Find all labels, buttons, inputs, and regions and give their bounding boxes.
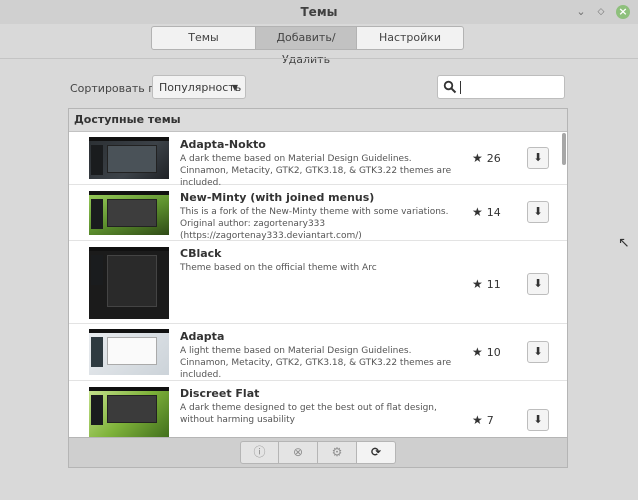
theme-list[interactable]: Adapta-Nokto A dark theme based on Mater… <box>69 132 567 437</box>
toolbar-button-group: ⓘ ⊗ ⚙ ⟳ <box>240 441 396 464</box>
download-icon: ⬇ <box>533 277 543 290</box>
theme-description: A dark theme based on Material Design Gu… <box>180 154 452 188</box>
download-icon: ⬇ <box>533 413 543 426</box>
separator <box>0 58 638 59</box>
theme-preview <box>89 247 169 319</box>
theme-description: This is a fork of the New-Minty theme wi… <box>180 207 449 241</box>
download-icon: ⬇ <box>533 205 543 218</box>
tab-add-remove[interactable]: Добавить/Удалить <box>256 26 357 66</box>
tab-settings[interactable]: Настройки <box>357 26 464 50</box>
theme-name: Adapta-Nokto <box>180 138 266 151</box>
download-button[interactable]: ⬇ <box>527 341 549 363</box>
scrollbar[interactable] <box>562 133 566 165</box>
text-cursor <box>460 81 461 94</box>
sort-label: Сортировать по <box>70 82 163 95</box>
theme-description: Theme based on the official theme with A… <box>180 263 377 273</box>
themes-panel: Доступные темы Adapta-Nokto A dark theme… <box>68 108 568 438</box>
title-bar: Темы ⌄ ◇ × <box>0 0 638 24</box>
theme-preview <box>89 191 169 235</box>
refresh-button[interactable]: ⟳ <box>357 441 396 464</box>
download-button[interactable]: ⬇ <box>527 273 549 295</box>
theme-row[interactable]: CBlack Theme based on the official theme… <box>69 241 567 324</box>
sort-dropdown[interactable]: Популярность ▼ <box>152 75 246 99</box>
theme-description: A dark theme designed to get the best ou… <box>180 403 437 425</box>
dropdown-arrow-icon: ▼ <box>231 83 238 92</box>
remove-button[interactable]: ⊗ <box>279 441 318 464</box>
refresh-icon: ⟳ <box>370 445 382 459</box>
download-icon: ⬇ <box>533 151 543 164</box>
theme-preview <box>89 387 169 437</box>
theme-name: New-Minty (with joined menus) <box>180 191 375 204</box>
theme-preview <box>89 137 169 179</box>
download-button[interactable]: ⬇ <box>527 409 549 431</box>
theme-rating: ★ 11 <box>472 277 501 291</box>
sort-value: Популярность <box>159 81 242 94</box>
star-icon: ★ <box>472 277 483 291</box>
theme-row[interactable]: New-Minty (with joined menus) This is a … <box>69 185 567 241</box>
window-title: Темы <box>300 5 338 19</box>
theme-name: Discreet Flat <box>180 387 260 400</box>
info-icon: ⓘ <box>253 445 266 459</box>
download-icon: ⬇ <box>533 345 543 358</box>
close-icon[interactable]: × <box>616 5 630 19</box>
theme-rating: ★ 26 <box>472 151 501 165</box>
search-input[interactable] <box>437 75 565 99</box>
theme-row[interactable]: Adapta A light theme based on Material D… <box>69 324 567 381</box>
star-icon: ★ <box>472 205 483 219</box>
download-button[interactable]: ⬇ <box>527 201 549 223</box>
star-icon: ★ <box>472 345 483 359</box>
bottom-toolbar: ⓘ ⊗ ⚙ ⟳ <box>68 438 568 468</box>
theme-name: Adapta <box>180 330 225 343</box>
search-icon <box>443 80 457 94</box>
star-icon: ★ <box>472 151 483 165</box>
theme-preview <box>89 329 169 375</box>
theme-row[interactable]: Discreet Flat A dark theme designed to g… <box>69 381 567 437</box>
theme-name: CBlack <box>180 247 222 260</box>
tab-themes[interactable]: Темы <box>151 26 256 50</box>
info-button[interactable]: ⓘ <box>240 441 279 464</box>
panel-header: Доступные темы <box>69 109 567 132</box>
theme-rating: ★ 14 <box>472 205 501 219</box>
gear-icon: ⚙ <box>331 445 343 459</box>
remove-icon: ⊗ <box>292 445 304 459</box>
theme-rating: ★ 10 <box>472 345 501 359</box>
theme-rating: ★ 7 <box>472 413 494 427</box>
star-icon: ★ <box>472 413 483 427</box>
theme-row[interactable]: Adapta-Nokto A dark theme based on Mater… <box>69 132 567 188</box>
download-button[interactable]: ⬇ <box>527 147 549 169</box>
tab-bar: Темы Добавить/Удалить Настройки <box>151 26 464 66</box>
maximize-icon[interactable]: ◇ <box>594 5 608 19</box>
configure-button[interactable]: ⚙ <box>318 441 357 464</box>
minimize-icon[interactable]: ⌄ <box>574 5 588 19</box>
theme-description: A light theme based on Material Design G… <box>180 346 452 380</box>
mouse-pointer-icon: ↖ <box>618 235 630 251</box>
